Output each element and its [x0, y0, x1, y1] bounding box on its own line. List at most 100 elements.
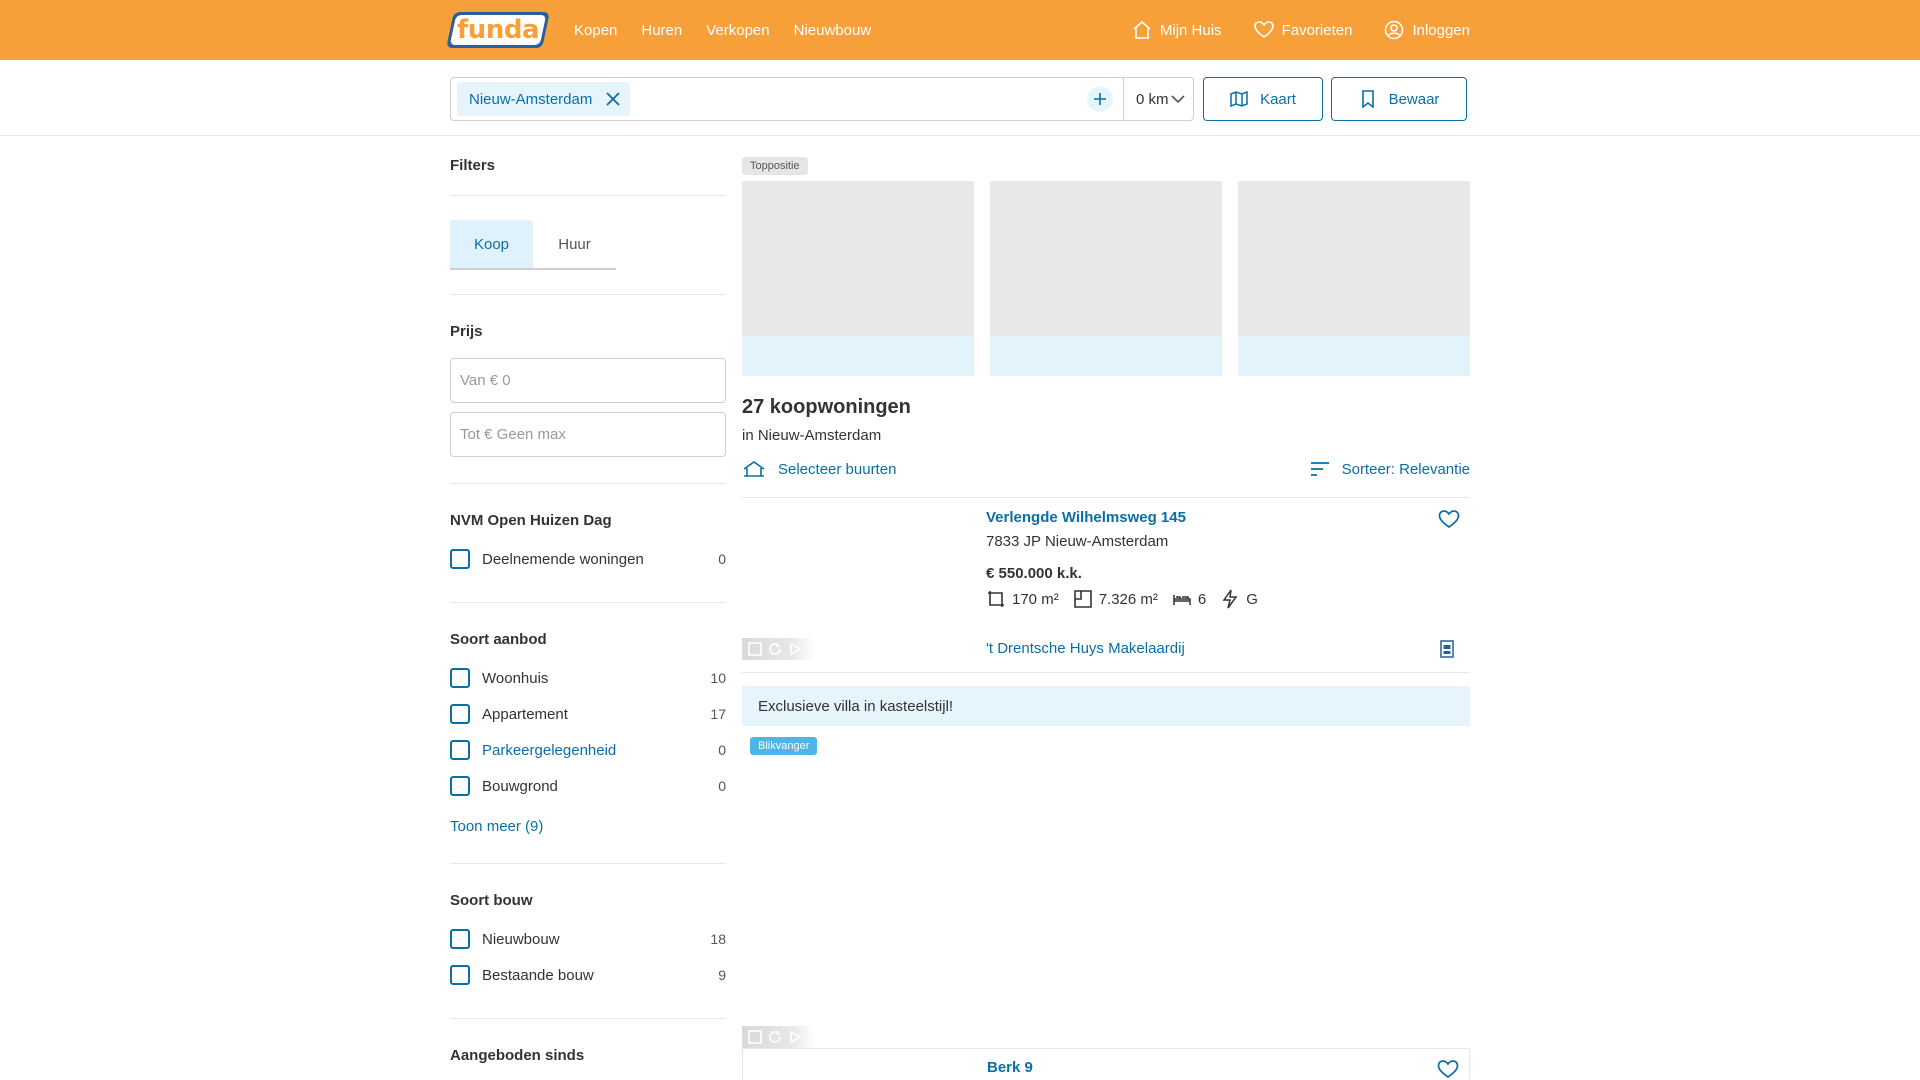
- divider: [450, 863, 726, 864]
- results-column: Toppositie 27 koopwoningen in Nieuw-Amst…: [742, 136, 1470, 1080]
- location-chip-label: Nieuw-Amsterdam: [469, 90, 593, 108]
- top-navigation-bar: funda Kopen Huren Verkopen Nieuwbouw Mij…: [0, 0, 1920, 60]
- results-count-title: 27 koopwoningen: [742, 396, 911, 418]
- offer-type-option-woonhuis[interactable]: Woonhuis 10: [450, 668, 726, 688]
- offered-since-title: Aangeboden sinds: [450, 1047, 585, 1064]
- listing-features: 170 m² 7.326 m² 6 G: [986, 589, 1264, 609]
- show-more-link[interactable]: Toon meer (9): [450, 818, 726, 835]
- koop-huur-tabs: Koop Huur: [450, 220, 616, 270]
- agent-link[interactable]: 't Drentsche Huys Makelaardij: [986, 640, 1185, 657]
- agent-logo-icon: [1440, 640, 1454, 658]
- video-play-icon[interactable]: [788, 1030, 802, 1044]
- plus-icon: [1094, 93, 1106, 105]
- checkbox[interactable]: [450, 929, 470, 949]
- open-house-title: NVM Open Huizen Dag: [450, 512, 612, 529]
- open-house-option[interactable]: Deelnemende woningen 0: [450, 549, 726, 569]
- save-button-label: Bewaar: [1388, 90, 1440, 108]
- heart-icon: [1253, 21, 1274, 38]
- map-button-label: Kaart: [1260, 90, 1296, 108]
- my-home-link[interactable]: Mijn Huis: [1132, 20, 1222, 40]
- listing-street[interactable]: Berk 9: [987, 1059, 1033, 1076]
- radius-select[interactable]: 0 km: [1123, 78, 1193, 120]
- favorites-label: Favorieten: [1281, 21, 1353, 39]
- login-link[interactable]: Inloggen: [1384, 20, 1470, 40]
- results-location: in Nieuw-Amsterdam: [742, 427, 882, 444]
- checkbox[interactable]: [450, 704, 470, 724]
- promo-card[interactable]: [1238, 181, 1470, 376]
- nav-kopen[interactable]: Kopen: [574, 22, 617, 39]
- checkbox[interactable]: [450, 965, 470, 985]
- bookmark-icon: [1361, 90, 1374, 108]
- my-home-label: Mijn Huis: [1159, 21, 1222, 39]
- funda-logo[interactable]: funda: [446, 12, 550, 48]
- checkbox[interactable]: [450, 776, 470, 796]
- favorite-heart-icon[interactable]: [1438, 509, 1460, 529]
- divider: [450, 602, 726, 603]
- select-neighborhoods-link[interactable]: Selecteer buurten: [742, 459, 896, 479]
- offer-type-option-bouwgrond[interactable]: Bouwgrond 0: [450, 776, 726, 796]
- offer-type-option-parkeergelegenheid[interactable]: Parkeergelegenheid 0: [450, 740, 726, 760]
- sort-dropdown[interactable]: Sorteer: Relevantie: [1310, 461, 1470, 478]
- divider: [450, 294, 726, 295]
- listing-tagline: Exclusieve villa in kasteelstijl!: [742, 686, 1470, 726]
- listing-postcode-city: 7833 JP Nieuw-Amsterdam: [986, 533, 1169, 550]
- plot-area-icon: [1073, 590, 1092, 608]
- top-position-carousel: [742, 181, 1470, 376]
- favorite-heart-icon[interactable]: [1437, 1059, 1459, 1079]
- build-type-title: Soort bouw: [450, 892, 533, 909]
- listing-street[interactable]: Verlengde Wilhelmsweg 145: [986, 509, 1186, 526]
- photo-icon[interactable]: [748, 642, 762, 656]
- 360-view-icon[interactable]: [768, 642, 782, 656]
- offer-type-title: Soort aanbod: [450, 631, 547, 648]
- blikvanger-badge: Blikvanger: [750, 737, 818, 755]
- add-location-button[interactable]: [1087, 86, 1113, 112]
- promo-card[interactable]: [990, 181, 1222, 376]
- chevron-down-icon: [1171, 95, 1185, 104]
- price-to-input[interactable]: Tot € Geen max: [450, 412, 726, 457]
- media-icons-bar: [742, 1026, 814, 1048]
- promo-card[interactable]: [742, 181, 974, 376]
- price-from-input[interactable]: Van € 0: [450, 358, 726, 403]
- tab-koop[interactable]: Koop: [450, 220, 533, 268]
- build-type-option-bestaande-bouw[interactable]: Bestaande bouw 9: [450, 965, 726, 985]
- radius-value: 0 km: [1136, 90, 1169, 108]
- 360-view-icon[interactable]: [768, 1030, 782, 1044]
- location-chip[interactable]: Nieuw-Amsterdam: [457, 82, 631, 116]
- nav-huren[interactable]: Huren: [641, 22, 682, 39]
- user-icon: [1385, 20, 1404, 40]
- filters-sidebar: Filters Koop Huur Prijs Van € 0 Tot € Ge…: [450, 136, 726, 1064]
- checkbox[interactable]: [450, 740, 470, 760]
- checkbox[interactable]: [450, 549, 470, 569]
- divider: [450, 1018, 726, 1019]
- divider: [450, 483, 726, 484]
- offer-type-option-appartement[interactable]: Appartement 17: [450, 704, 726, 724]
- video-play-icon[interactable]: [788, 642, 802, 656]
- main-nav: Kopen Huren Verkopen Nieuwbouw: [574, 22, 871, 39]
- nav-verkopen[interactable]: Verkopen: [706, 22, 769, 39]
- photo-icon[interactable]: [748, 1030, 762, 1044]
- media-icons-bar: [742, 638, 814, 660]
- favorites-link[interactable]: Favorieten: [1253, 20, 1353, 40]
- living-area-icon: [988, 591, 1004, 607]
- neighborhood-icon: [743, 461, 765, 477]
- map-icon: [1230, 90, 1248, 108]
- nav-nieuwbouw[interactable]: Nieuwbouw: [794, 22, 872, 39]
- login-label: Inloggen: [1412, 21, 1470, 39]
- close-icon[interactable]: [606, 92, 621, 106]
- bed-icon: [1173, 595, 1191, 605]
- location-search-box[interactable]: Nieuw-Amsterdam 0 km: [450, 77, 1194, 121]
- map-button[interactable]: Kaart: [1203, 77, 1323, 121]
- top-position-badge: Toppositie: [742, 157, 808, 175]
- price-title: Prijs: [450, 323, 483, 340]
- house-icon: [1133, 20, 1151, 39]
- listing-card[interactable]: Verlengde Wilhelmsweg 145 7833 JP Nieuw-…: [742, 493, 1470, 613]
- tab-huur[interactable]: Huur: [533, 220, 616, 268]
- listing-card[interactable]: Berk 9: [742, 1048, 1470, 1080]
- filters-title: Filters: [450, 157, 496, 174]
- save-search-button[interactable]: Bewaar: [1331, 77, 1467, 121]
- build-type-option-nieuwbouw[interactable]: Nieuwbouw 18: [450, 929, 726, 949]
- divider: [450, 195, 726, 196]
- checkbox[interactable]: [450, 668, 470, 688]
- energy-label-icon: [1222, 589, 1238, 609]
- sort-icon: [1310, 462, 1329, 476]
